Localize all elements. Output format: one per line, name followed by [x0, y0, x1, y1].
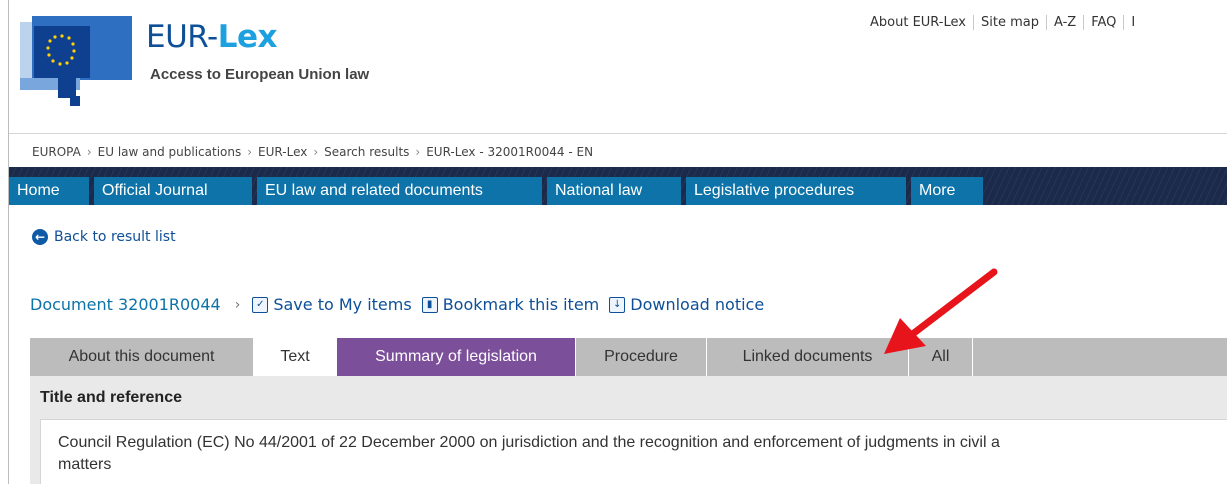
breadcrumb-eu-law[interactable]: EU law and publications — [98, 145, 242, 159]
download-label: Download notice — [630, 295, 765, 314]
tab-text[interactable]: Text — [254, 338, 337, 376]
truncated-top-link[interactable]: I — [1123, 15, 1142, 30]
breadcrumb-eurlex[interactable]: EUR-Lex — [258, 145, 307, 159]
save-icon: ✓ — [252, 296, 269, 313]
chevron-right-icon: › — [86, 145, 92, 159]
tab-about-document[interactable]: About this document — [30, 338, 254, 376]
header-divider — [9, 133, 1227, 134]
save-to-my-items-button[interactable]: ✓ Save to My items — [252, 295, 412, 314]
back-to-results-link[interactable]: ← Back to result list — [32, 229, 176, 245]
chevron-right-icon: › — [415, 145, 421, 159]
tab-procedure[interactable]: Procedure — [576, 338, 707, 376]
bookmark-button[interactable]: ▮ Bookmark this item — [421, 295, 600, 314]
about-eurlex-link[interactable]: About EUR-Lex — [870, 15, 973, 30]
nav-more[interactable]: More — [911, 177, 983, 205]
top-utility-links: About EUR-Lex Site map A-Z FAQ I — [870, 15, 1142, 30]
nav-eu-law[interactable]: EU law and related documents — [257, 177, 542, 205]
bookmark-icon: ▮ — [421, 296, 438, 313]
breadcrumb-current: EUR-Lex - 32001R0044 - EN — [426, 145, 594, 159]
save-label: Save to My items — [273, 295, 412, 314]
document-title-line-1: Council Regulation (EC) No 44/2001 of 22… — [58, 434, 1000, 451]
arrow-left-circle-icon: ← — [32, 229, 48, 245]
download-icon: ↓ — [609, 296, 626, 313]
a-z-link[interactable]: A-Z — [1045, 15, 1083, 30]
eu-flag-logo[interactable] — [20, 16, 132, 108]
site-map-link[interactable]: Site map — [972, 15, 1046, 30]
tab-summary-of-legislation[interactable]: Summary of legislation — [337, 338, 576, 376]
section-title: Title and reference — [40, 389, 182, 406]
back-link-label: Back to result list — [54, 229, 176, 245]
chevron-right-icon: › — [313, 145, 319, 159]
document-title-line-2: matters — [58, 456, 112, 473]
main-navigation: Home Official Journal EU law and related… — [9, 167, 1227, 205]
nav-national-law[interactable]: National law — [547, 177, 681, 205]
site-tagline: Access to European Union law — [150, 66, 370, 83]
tab-linked-documents[interactable]: Linked documents — [707, 338, 909, 376]
breadcrumb-search-results[interactable]: Search results — [324, 145, 409, 159]
site-brand[interactable]: EUR-Lex — [146, 22, 278, 53]
breadcrumb: EUROPA › EU law and publications › EUR-L… — [32, 145, 593, 159]
bookmark-label: Bookmark this item — [442, 295, 600, 314]
title-and-reference-section: Title and reference Council Regulation (… — [30, 376, 1227, 484]
nav-official-journal[interactable]: Official Journal — [94, 177, 252, 205]
title-text-box: Council Regulation (EC) No 44/2001 of 22… — [40, 419, 1227, 484]
document-tabs: About this document Text Summary of legi… — [30, 338, 1227, 376]
chevron-right-icon: › — [234, 296, 241, 313]
breadcrumb-europa[interactable]: EUROPA — [32, 145, 81, 159]
chevron-right-icon: › — [247, 145, 253, 159]
document-actions-row: Document 32001R0044 › ✓ Save to My items… — [30, 295, 774, 314]
faq-link[interactable]: FAQ — [1083, 15, 1123, 30]
nav-legislative-procedures[interactable]: Legislative procedures — [686, 177, 906, 205]
nav-home[interactable]: Home — [9, 177, 89, 205]
document-id-link[interactable]: Document 32001R0044 — [30, 295, 221, 314]
download-notice-button[interactable]: ↓ Download notice — [609, 295, 764, 314]
page-left-border — [8, 0, 9, 484]
tab-all[interactable]: All — [909, 338, 973, 376]
